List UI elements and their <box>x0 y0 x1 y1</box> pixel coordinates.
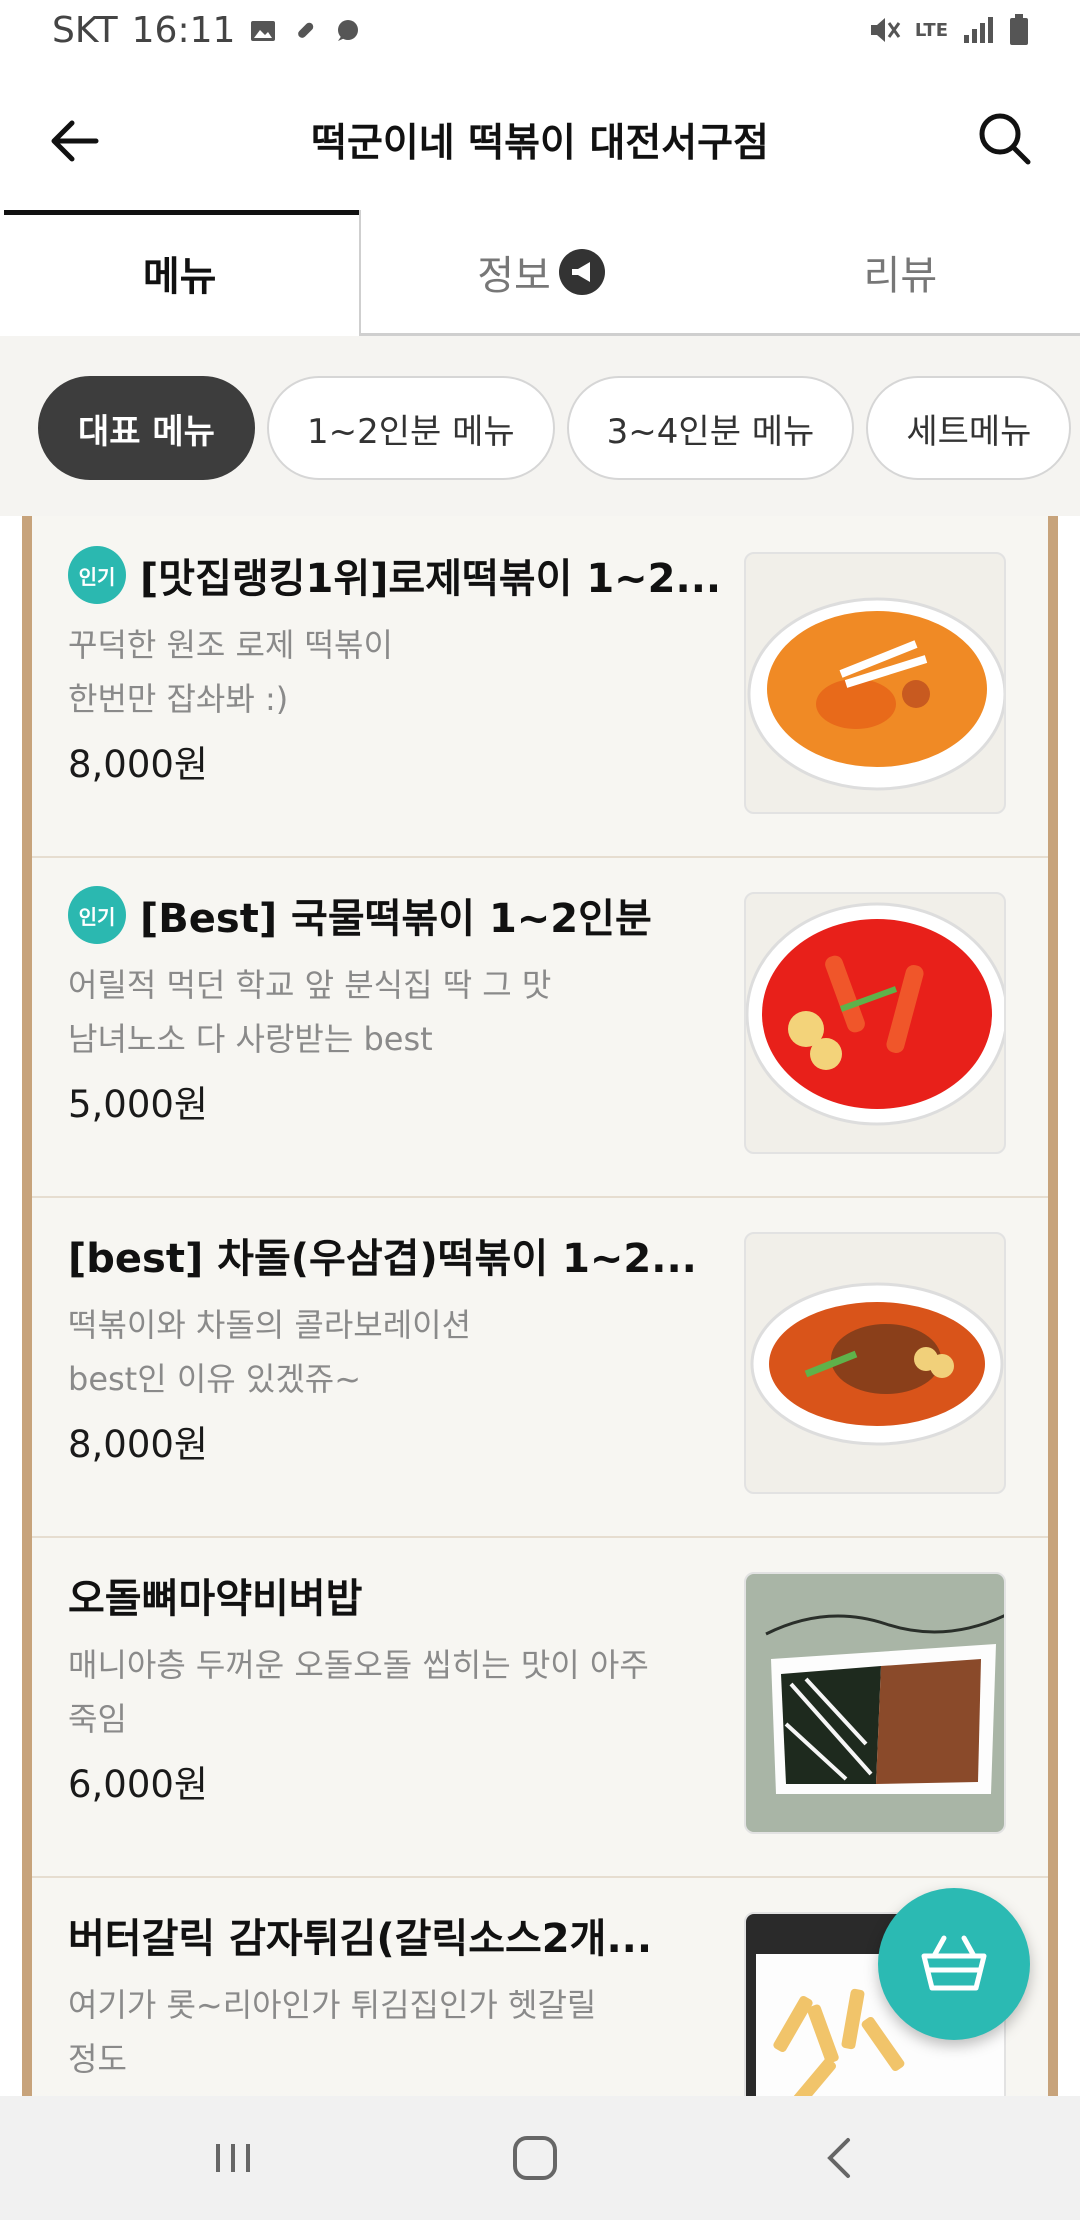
gallery-notification-icon <box>251 20 276 41</box>
menu-item[interactable]: [best] 차돌(우삼겹)떡볶이 1~2... 떡볶이와 차돌의 콜라보레이션… <box>32 1196 1048 1538</box>
clock-label: 16:11 <box>131 10 236 51</box>
tab-info-label: 정보 <box>477 252 551 299</box>
category-bar: 대표 메뉴 1~2인분 메뉴 3~4인분 메뉴 세트메뉴 <box>0 336 1080 516</box>
menu-item-name: [Best] 국물떡볶이 1~2인분 <box>140 896 652 942</box>
menu-item-text: 버터갈릭 감자튀김(갈릭소스2개... 여기가 롯~리아인가 튀김집인가 헷갈릴… <box>68 1906 758 2094</box>
network-label: LTE <box>914 19 948 41</box>
menu-item-text: [best] 차돌(우삼겹)떡볶이 1~2... 떡볶이와 차돌의 콜라보레이션… <box>68 1226 758 1468</box>
menu-item-text: 인기 [Best] 국물떡볶이 1~2인분 어릴적 먹던 학교 앞 분식집 딱 … <box>68 886 758 1128</box>
menu-item-desc: 꾸덕한 원조 로제 떡볶이 한번만 잡솨봐 :) <box>68 626 393 718</box>
menu-item-photo <box>744 552 1006 814</box>
menu-item-desc: 어릴적 먹던 학교 앞 분식집 딱 그 맛 남녀노소 다 사랑받는 best <box>68 966 552 1058</box>
menu-item-desc: 떡볶이와 차돌의 콜라보레이션 best인 이유 있겠쥬~ <box>68 1306 472 1398</box>
menu-item-photo <box>744 1572 1006 1834</box>
menu-item-title: 오돌뼈마약비벼밥 <box>68 1566 758 1624</box>
menu-item-text: 오돌뼈마약비벼밥 매니아층 두꺼운 오돌오돌 씹히는 맛이 아주 죽임 6,00… <box>68 1566 758 1808</box>
pill-notification-icon <box>298 22 314 38</box>
popular-badge: 인기 <box>68 886 126 944</box>
tab-review-label: 리뷰 <box>863 252 938 299</box>
menu-item-photo <box>744 892 1006 1154</box>
cart-button[interactable] <box>878 1888 1030 2040</box>
menu-item-title: 버터갈릭 감자튀김(갈릭소스2개... <box>68 1906 758 1964</box>
basket-icon <box>921 1935 987 1991</box>
menu-item-price: 8,000원 <box>68 743 208 786</box>
status-left: SKT 16:11 <box>52 10 361 51</box>
signal-icon <box>964 17 993 43</box>
category-chip-set[interactable]: 세트메뉴 <box>866 376 1072 480</box>
category-chip-1-2[interactable]: 1~2인분 메뉴 <box>266 376 555 480</box>
menu-item-price: 6,000원 <box>68 1763 208 1806</box>
menu-item-name: 버터갈릭 감자튀김(갈릭소스2개... <box>68 1916 653 1962</box>
category-chip-signature[interactable]: 대표 메뉴 <box>38 376 255 480</box>
tab-menu-label: 메뉴 <box>142 254 217 300</box>
menu-item-name: [best] 차돌(우삼겹)떡볶이 1~2... <box>68 1236 697 1282</box>
system-nav-bar <box>0 2096 1080 2220</box>
category-chips: 대표 메뉴 1~2인분 메뉴 3~4인분 메뉴 세트메뉴 <box>38 376 1080 480</box>
category-chip-3-4[interactable]: 3~4인분 메뉴 <box>566 376 855 480</box>
menu-item-price: 8,000원 <box>68 1423 208 1466</box>
menu-list-frame: 인기 [맛집랭킹1위]로제떡볶이 1~2... 꾸덕한 원조 로제 떡볶이 한번… <box>22 516 1058 2096</box>
search-icon[interactable] <box>970 104 1040 174</box>
popular-badge: 인기 <box>68 546 126 604</box>
menu-item[interactable]: 인기 [맛집랭킹1위]로제떡볶이 1~2... 꾸덕한 원조 로제 떡볶이 한번… <box>32 516 1048 858</box>
recent-apps-icon[interactable] <box>198 2126 268 2190</box>
menu-item-desc: 여기가 롯~리아인가 튀김집인가 헷갈릴 정도 <box>68 1986 597 2078</box>
chat-notification-icon <box>338 19 359 41</box>
page-title: 떡군이네 떡볶이 대전서구점 <box>311 121 769 166</box>
menu-item[interactable]: 인기 [Best] 국물떡볶이 1~2인분 어릴적 먹던 학교 앞 분식집 딱 … <box>32 856 1048 1198</box>
menu-item-name: [맛집랭킹1위]로제떡볶이 1~2... <box>140 556 722 602</box>
status-right: LTE <box>867 14 1030 46</box>
menu-item-title: 인기 [Best] 국물떡볶이 1~2인분 <box>68 886 758 944</box>
tab-info[interactable]: 정보 <box>361 210 721 336</box>
tab-bar: 메뉴 정보 리뷰 <box>0 210 1080 336</box>
menu-item-title: 인기 [맛집랭킹1위]로제떡볶이 1~2... <box>68 546 758 604</box>
status-bar: SKT 16:11 LTE <box>0 0 1080 64</box>
battery-icon <box>1010 14 1028 45</box>
home-icon[interactable] <box>500 2126 570 2190</box>
app-bar: 떡군이네 떡볶이 대전서구점 <box>0 64 1080 212</box>
mute-icon <box>870 18 901 42</box>
menu-list: 인기 [맛집랭킹1위]로제떡볶이 1~2... 꾸덕한 원조 로제 떡볶이 한번… <box>32 516 1048 2096</box>
carrier-label: SKT <box>52 10 118 51</box>
menu-item-title: [best] 차돌(우삼겹)떡볶이 1~2... <box>68 1226 758 1284</box>
tab-menu[interactable]: 메뉴 <box>0 210 362 336</box>
menu-item-photo <box>744 1232 1006 1494</box>
back-nav-icon[interactable] <box>804 2126 874 2190</box>
menu-item-name: 오돌뼈마약비벼밥 <box>68 1576 363 1622</box>
megaphone-icon <box>558 248 605 295</box>
menu-item-text: 인기 [맛집랭킹1위]로제떡볶이 1~2... 꾸덕한 원조 로제 떡볶이 한번… <box>68 546 758 788</box>
menu-item-price: 5,000원 <box>68 1083 208 1126</box>
menu-item-desc: 매니아층 두꺼운 오돌오돌 씹히는 맛이 아주 죽임 <box>68 1646 649 1738</box>
menu-item[interactable]: 오돌뼈마약비벼밥 매니아층 두꺼운 오돌오돌 씹히는 맛이 아주 죽임 6,00… <box>32 1536 1048 1878</box>
tab-review[interactable]: 리뷰 <box>720 210 1080 336</box>
